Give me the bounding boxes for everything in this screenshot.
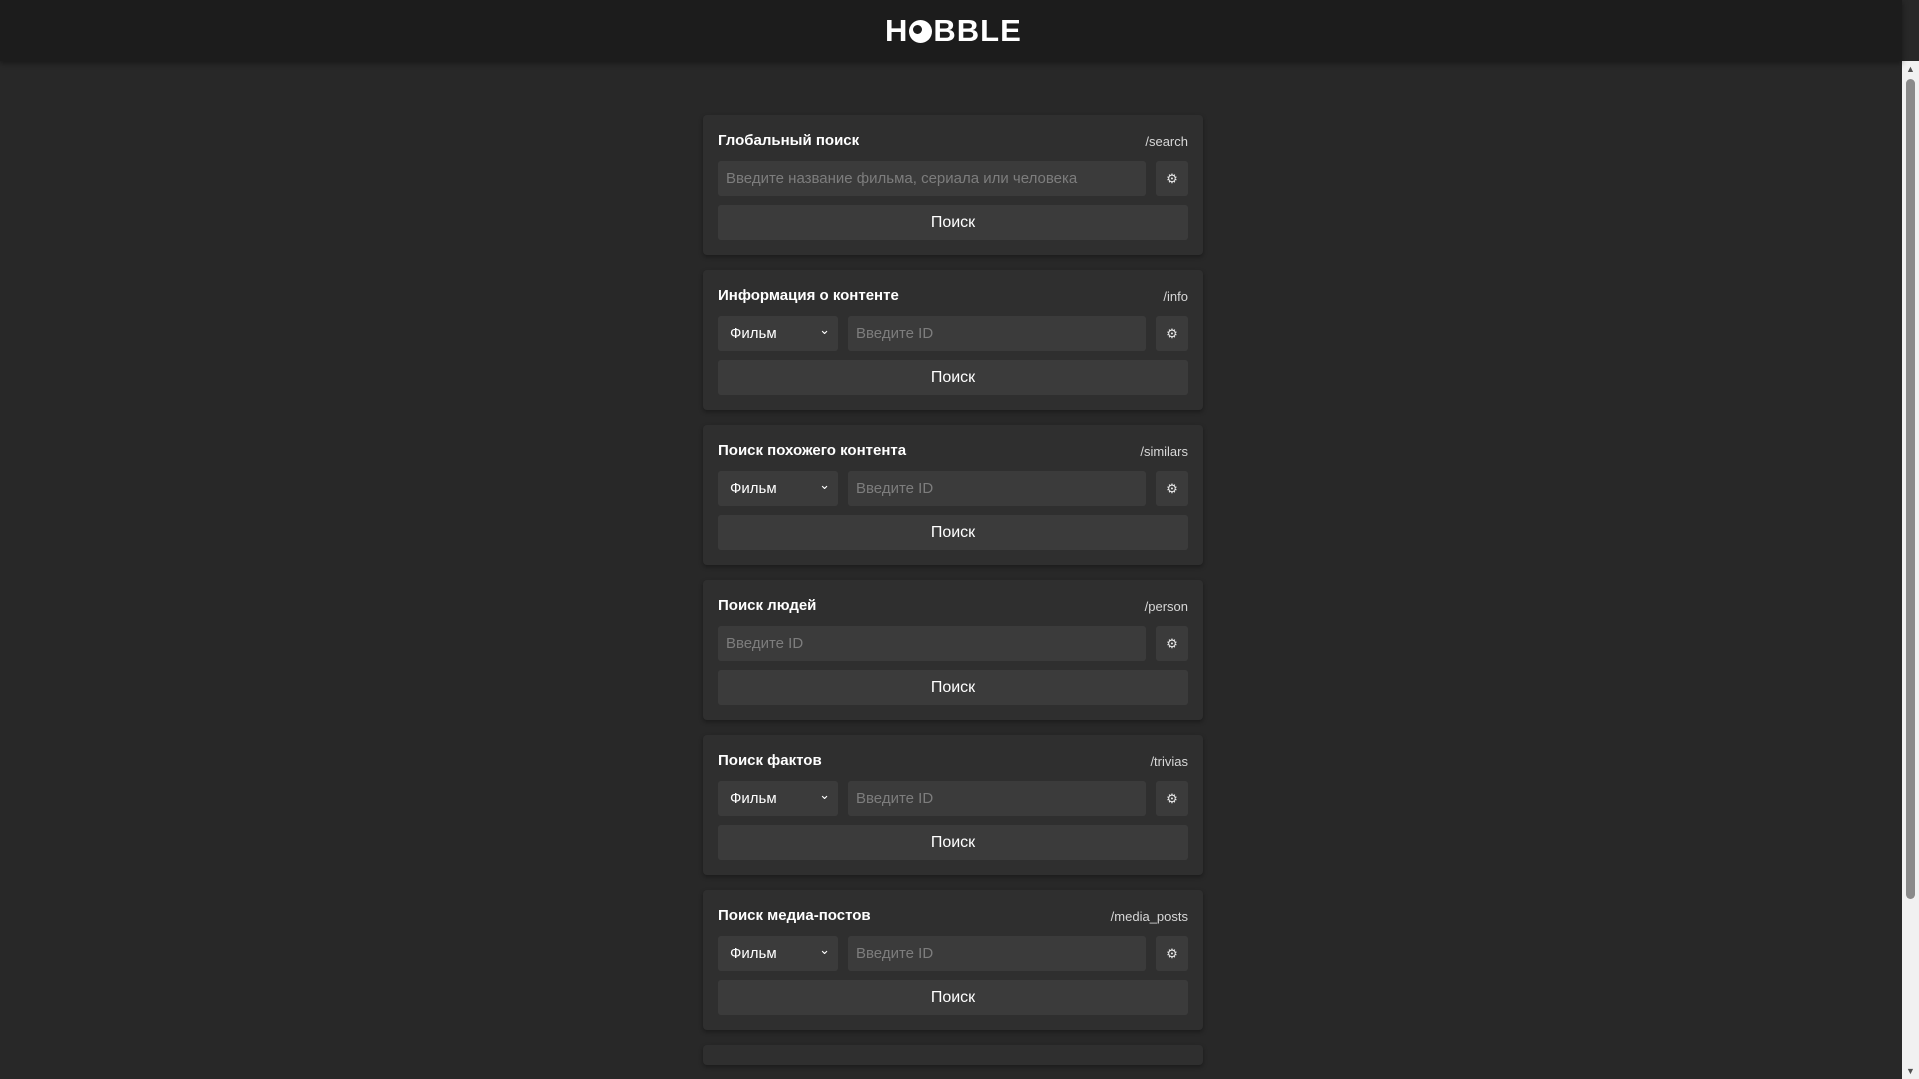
- card-endpoint-label: /person: [1144, 599, 1188, 614]
- search-button[interactable]: Поиск: [718, 205, 1188, 240]
- logo-text-right: BBLE: [933, 13, 1022, 48]
- card-endpoint-label: /media_posts: [1110, 909, 1188, 924]
- chevron-down-icon: ⌄: [819, 477, 830, 492]
- card-input-row: Фильм ⌄ ⚙: [718, 936, 1188, 971]
- search-button[interactable]: Поиск: [718, 360, 1188, 395]
- gear-icon[interactable]: ⚙: [1156, 781, 1188, 816]
- gear-icon[interactable]: ⚙: [1156, 936, 1188, 971]
- endpoint-card: Глобальный поиск/search ⚙ Поиск: [703, 115, 1203, 255]
- id-input[interactable]: [848, 471, 1146, 506]
- content-type-select[interactable]: Фильм ⌄: [718, 471, 838, 506]
- endpoint-card-list: Глобальный поиск/search⚙ПоискИнформация …: [703, 115, 1203, 1079]
- search-button[interactable]: Поиск: [718, 825, 1188, 860]
- card-title: Поиск фактов: [718, 752, 822, 769]
- content-type-select[interactable]: Фильм ⌄: [718, 316, 838, 351]
- card-input-row: Фильм ⌄ ⚙: [718, 781, 1188, 816]
- card-input-row: Фильм ⌄ ⚙: [718, 316, 1188, 351]
- search-button[interactable]: Поиск: [718, 980, 1188, 1015]
- card-title: Поиск медиа-постов: [718, 907, 871, 924]
- select-value: Фильм: [730, 945, 777, 962]
- scroll-up-arrow-icon[interactable]: ▲: [1902, 61, 1919, 77]
- card-title: Глобальный поиск: [718, 132, 860, 149]
- logo-text-left: H: [885, 13, 909, 48]
- select-value: Фильм: [730, 790, 777, 807]
- gear-icon[interactable]: ⚙: [1156, 626, 1188, 661]
- content-type-select[interactable]: Фильм ⌄: [718, 936, 838, 971]
- id-input[interactable]: [848, 316, 1146, 351]
- main-content: Глобальный поиск/search⚙ПоискИнформация …: [0, 61, 1902, 1079]
- select-value: Фильм: [730, 480, 777, 497]
- card-title: Информация о контенте: [718, 287, 899, 304]
- endpoint-card: Поиск медиа-постов/media_posts Фильм ⌄ ⚙ Пои…: [703, 890, 1203, 1030]
- search-query-input[interactable]: [718, 161, 1146, 196]
- card-input-row: ⚙: [718, 161, 1188, 196]
- id-input[interactable]: [848, 936, 1146, 971]
- endpoint-card: Поиск фактов/trivias Фильм ⌄ ⚙ Поиск: [703, 735, 1203, 875]
- card-endpoint-label: /info: [1163, 289, 1188, 304]
- gear-icon[interactable]: ⚙: [1156, 161, 1188, 196]
- scrollbar-thumb[interactable]: [1906, 79, 1915, 899]
- card-input-row: ⚙: [718, 626, 1188, 661]
- page-scrollbar[interactable]: ▲ ▼: [1902, 61, 1919, 1079]
- endpoint-card: Поиск людей/person ⚙ Поиск: [703, 580, 1203, 720]
- endpoint-card: Информация о контенте/info Фильм ⌄ ⚙ Поиск: [703, 270, 1203, 410]
- id-input[interactable]: [848, 781, 1146, 816]
- gear-icon[interactable]: ⚙: [1156, 316, 1188, 351]
- chevron-down-icon: ⌄: [819, 942, 830, 957]
- id-input[interactable]: [718, 626, 1146, 661]
- gear-icon[interactable]: ⚙: [1156, 471, 1188, 506]
- search-button[interactable]: Поиск: [718, 515, 1188, 550]
- chevron-down-icon: ⌄: [819, 322, 830, 337]
- endpoint-card-partial: [703, 1045, 1203, 1065]
- chevron-down-icon: ⌄: [819, 787, 830, 802]
- scroll-down-arrow-icon[interactable]: ▼: [1902, 1063, 1919, 1079]
- content-type-select[interactable]: Фильм ⌄: [718, 781, 838, 816]
- hobble-logo[interactable]: H BBLE: [885, 13, 1035, 48]
- select-value: Фильм: [730, 325, 777, 342]
- endpoint-card: Поиск похожего контента/similars Фильм ⌄ ⚙ П…: [703, 425, 1203, 565]
- card-title: Поиск похожего контента: [718, 442, 907, 459]
- logo-mark-icon: [909, 19, 933, 43]
- top-bar: H BBLE: [0, 0, 1902, 61]
- card-endpoint-label: /search: [1145, 134, 1188, 149]
- search-button[interactable]: Поиск: [718, 670, 1188, 705]
- card-title: Поиск людей: [718, 597, 817, 614]
- card-endpoint-label: /trivias: [1150, 754, 1188, 769]
- card-endpoint-label: /similars: [1140, 444, 1188, 459]
- card-input-row: Фильм ⌄ ⚙: [718, 471, 1188, 506]
